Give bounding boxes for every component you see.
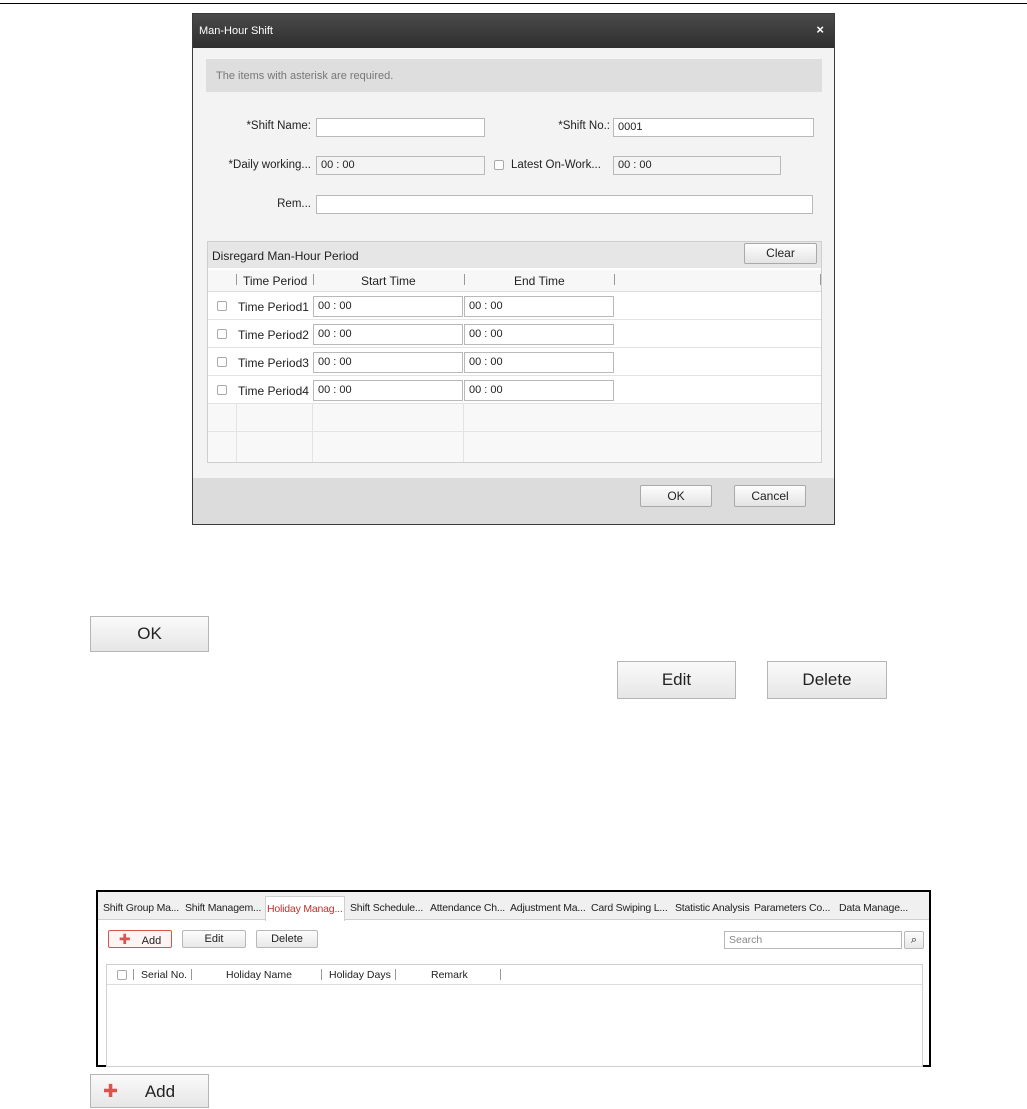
- column-divider: [463, 404, 464, 462]
- delete-button[interactable]: Delete: [767, 661, 887, 699]
- col-holiday-days: Holiday Days: [329, 969, 391, 981]
- tab-shift-schedule[interactable]: Shift Schedule...: [350, 902, 423, 914]
- row-period-name: Time Period2: [238, 328, 309, 342]
- search-input[interactable]: Search: [724, 931, 902, 949]
- tab-adjustment-management[interactable]: Adjustment Ma...: [510, 902, 586, 914]
- shift-no-label: *Shift No.:: [558, 120, 610, 132]
- dialog-footer: OK Cancel: [193, 478, 834, 524]
- required-notice-text: The items with asterisk are required.: [216, 70, 394, 82]
- tab-parameters-config[interactable]: Parameters Co...: [754, 902, 830, 914]
- table-row: Time Period4 00 : 00 00 : 00: [208, 376, 821, 404]
- table-row: Time Period1 00 : 00 00 : 00: [208, 292, 821, 320]
- row-period-name: Time Period3: [238, 356, 309, 370]
- select-all-checkbox[interactable]: [117, 970, 127, 980]
- daily-working-label: *Daily working...: [228, 159, 311, 171]
- tab-holiday-management[interactable]: Holiday Manag...: [265, 896, 345, 921]
- row-period-name: Time Period4: [238, 384, 309, 398]
- period-panel-title: Disregard Man-Hour Period: [212, 249, 359, 263]
- dialog-ok-button[interactable]: OK: [640, 485, 712, 507]
- tab-shift-group[interactable]: Shift Group Ma...: [103, 902, 179, 914]
- clear-button[interactable]: Clear: [744, 243, 817, 264]
- remark-label: Rem...: [277, 198, 311, 210]
- start-time-input[interactable]: 00 : 00: [313, 380, 463, 401]
- holiday-management-window: Shift Group Ma... Shift Managem... Holid…: [96, 890, 931, 1067]
- tab-card-swiping-log[interactable]: Card Swiping L...: [591, 902, 668, 914]
- large-add-button-label: Add: [144, 1082, 176, 1101]
- dialog-title-bar: Man-Hour Shift ×: [193, 14, 834, 48]
- col-remark: Remark: [431, 969, 468, 981]
- search-icon[interactable]: ⌕: [904, 931, 924, 949]
- col-start-time: Start Time: [361, 274, 416, 288]
- page-top-rule: [0, 3, 1027, 4]
- large-add-button[interactable]: ✚ Add: [90, 1074, 209, 1108]
- col-serial-no: Serial No.: [141, 969, 188, 981]
- column-divider: [312, 404, 313, 462]
- latest-onwork-label: Latest On-Work...: [511, 159, 601, 171]
- row-period-name: Time Period1: [238, 300, 309, 314]
- tab-statistic-analysis[interactable]: Statistic Analysis: [675, 902, 750, 914]
- edit-button[interactable]: Edit: [617, 661, 736, 699]
- holiday-list: Serial No. Holiday Name Holiday Days Rem…: [106, 964, 923, 1067]
- empty-row: [208, 432, 821, 462]
- holiday-delete-button[interactable]: Delete: [256, 930, 318, 948]
- period-panel-header: Disregard Man-Hour Period Clear: [208, 242, 821, 268]
- daily-working-input[interactable]: 00 : 00: [316, 156, 485, 175]
- row-checkbox[interactable]: [217, 329, 227, 339]
- col-end-time: End Time: [514, 274, 565, 288]
- dialog-cancel-button[interactable]: Cancel: [734, 485, 806, 507]
- man-hour-shift-dialog: Man-Hour Shift × The items with asterisk…: [192, 13, 835, 525]
- end-time-input[interactable]: 00 : 00: [464, 380, 614, 401]
- row-checkbox[interactable]: [217, 385, 227, 395]
- col-holiday-name: Holiday Name: [226, 969, 292, 981]
- end-time-input[interactable]: 00 : 00: [464, 296, 614, 317]
- period-column-header: Time Period Start Time End Time: [208, 270, 821, 292]
- close-icon[interactable]: ×: [816, 22, 824, 37]
- dialog-title: Man-Hour Shift: [199, 25, 273, 37]
- tab-shift-management[interactable]: Shift Managem...: [185, 902, 261, 914]
- ok-button[interactable]: OK: [90, 616, 209, 652]
- shift-name-label: *Shift Name:: [246, 120, 311, 132]
- disregard-period-panel: Disregard Man-Hour Period Clear Time Per…: [207, 241, 822, 463]
- end-time-input[interactable]: 00 : 00: [464, 352, 614, 373]
- start-time-input[interactable]: 00 : 00: [313, 324, 463, 345]
- start-time-input[interactable]: 00 : 00: [313, 352, 463, 373]
- remark-input[interactable]: [316, 195, 813, 214]
- column-divider: [236, 404, 237, 462]
- end-time-input[interactable]: 00 : 00: [464, 324, 614, 345]
- row-checkbox[interactable]: [217, 357, 227, 367]
- add-button[interactable]: ✚ Add: [108, 930, 172, 948]
- row-checkbox[interactable]: [217, 301, 227, 311]
- table-row: Time Period3 00 : 00 00 : 00: [208, 348, 821, 376]
- latest-onwork-input[interactable]: 00 : 00: [613, 156, 781, 175]
- add-icon: ✚: [118, 931, 131, 947]
- empty-row: [208, 404, 821, 432]
- col-time-period: Time Period: [243, 274, 308, 288]
- table-row: Time Period2 00 : 00 00 : 00: [208, 320, 821, 348]
- latest-onwork-checkbox[interactable]: [494, 160, 504, 170]
- module-tab-bar: Shift Group Ma... Shift Managem... Holid…: [98, 892, 929, 921]
- shift-no-input[interactable]: 0001: [613, 118, 814, 137]
- start-time-input[interactable]: 00 : 00: [313, 296, 463, 317]
- required-notice: The items with asterisk are required.: [206, 59, 822, 92]
- shift-name-input[interactable]: [316, 118, 485, 137]
- holiday-edit-button[interactable]: Edit: [182, 930, 246, 948]
- add-button-label: Add: [141, 935, 162, 947]
- add-icon: ✚: [103, 1081, 119, 1101]
- tab-data-management[interactable]: Data Manage...: [839, 902, 908, 914]
- tab-attendance-check[interactable]: Attendance Ch...: [430, 902, 505, 914]
- holiday-list-header: Serial No. Holiday Name Holiday Days Rem…: [107, 965, 922, 985]
